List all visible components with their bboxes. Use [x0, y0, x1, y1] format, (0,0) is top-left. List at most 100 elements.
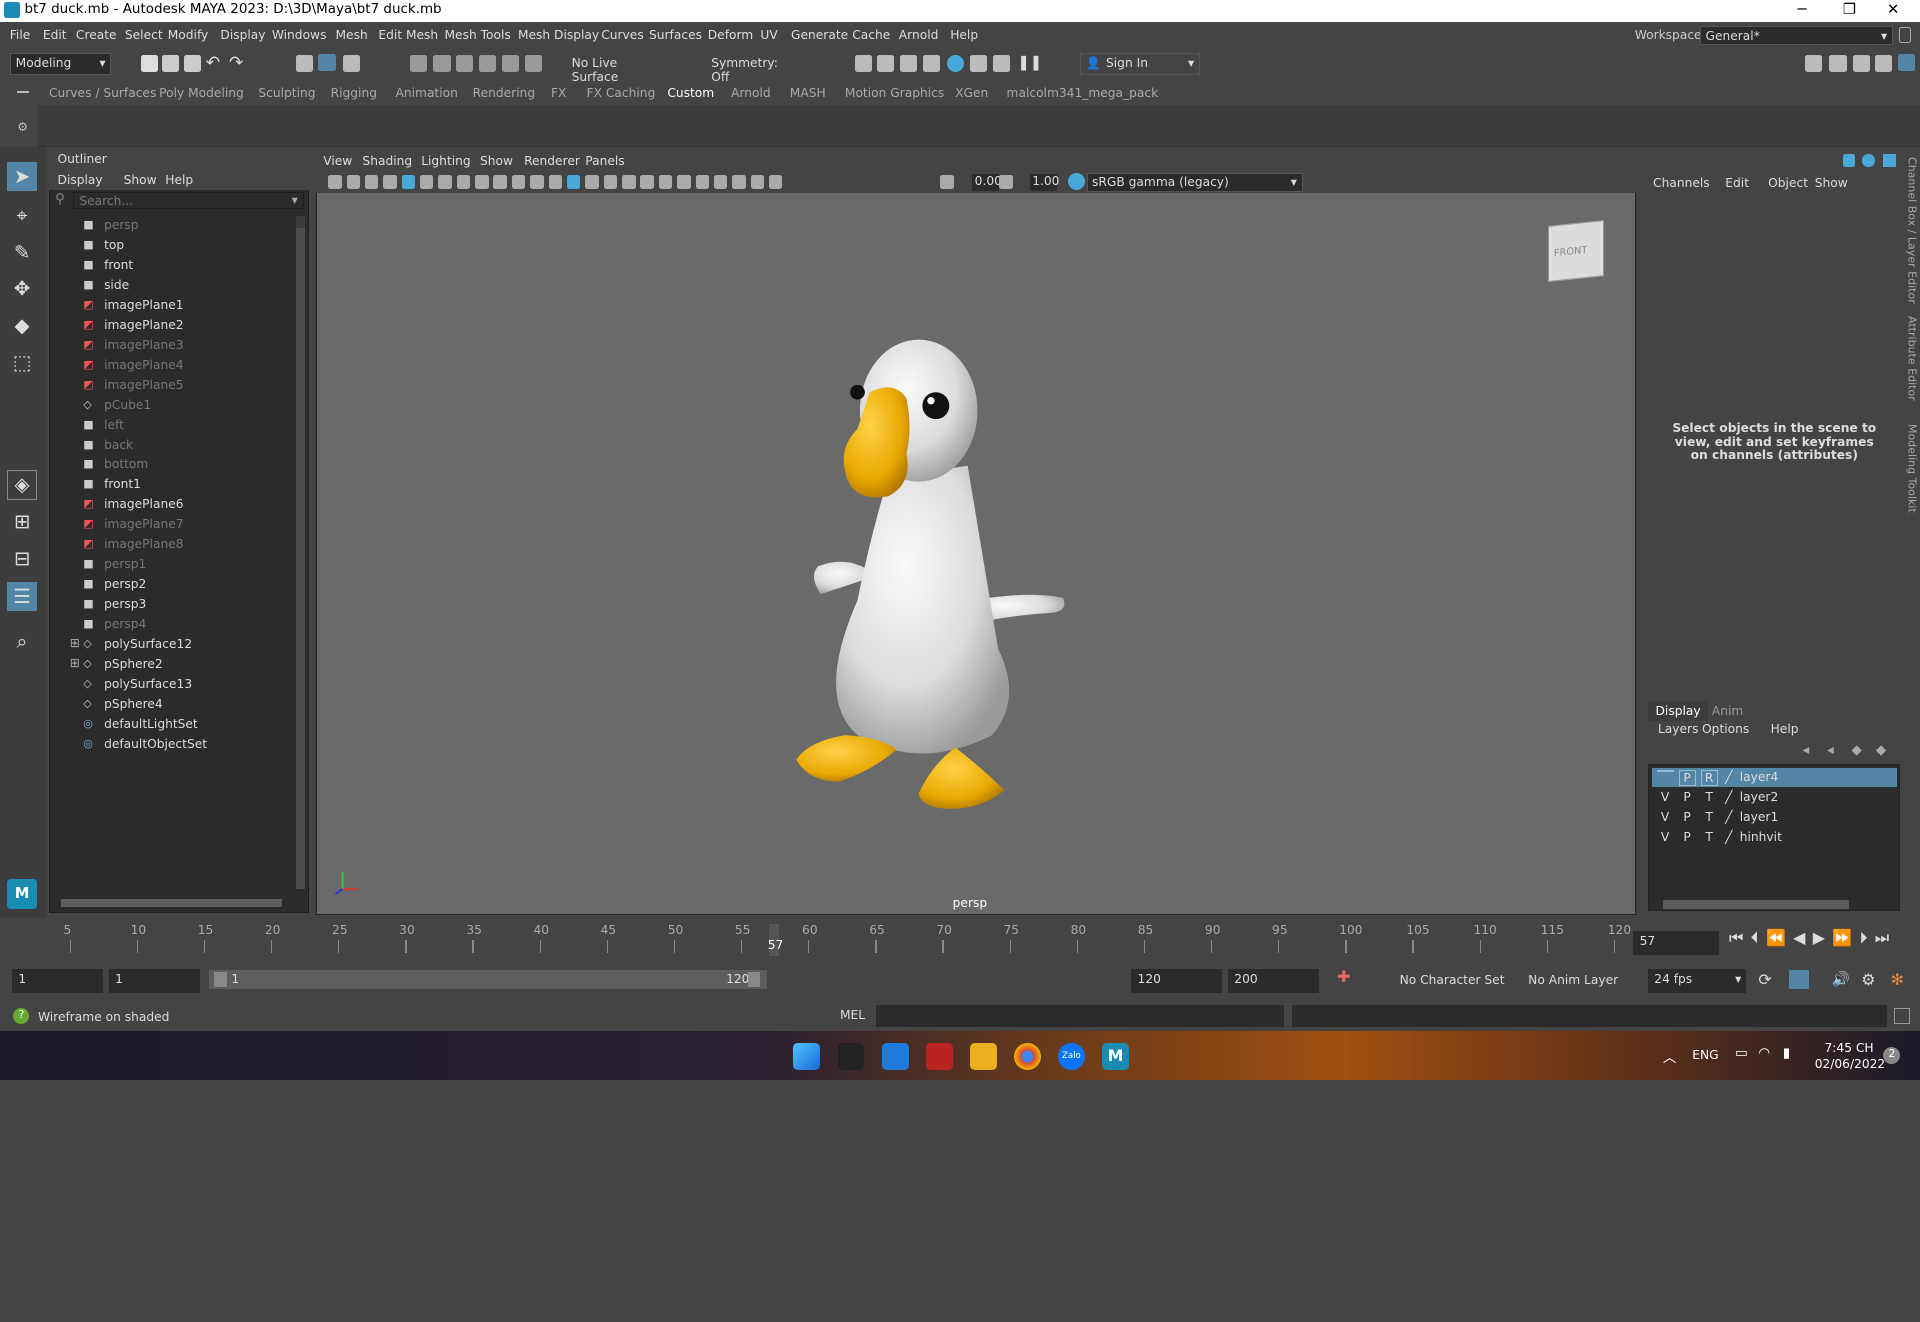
playback-end-field[interactable]: 120: [1131, 968, 1223, 994]
menu-item-edit[interactable]: Edit: [43, 28, 67, 42]
outliner-item[interactable]: ■ front1: [55, 475, 294, 495]
menu-set-dropdown[interactable]: Modeling ▾: [9, 52, 112, 75]
shelf-tab-custom[interactable]: Custom: [667, 86, 714, 100]
shelf-tab-motion-graphics[interactable]: Motion Graphics: [845, 86, 944, 100]
render-setup-icon[interactable]: [969, 55, 987, 73]
outliner-item[interactable]: ◩ imagePlane7: [55, 515, 294, 535]
select-tool-icon[interactable]: ➤: [7, 161, 37, 191]
step-forward-icon[interactable]: ⏵: [1859, 928, 1874, 947]
shelf-tab-xgen[interactable]: XGen: [955, 86, 988, 100]
layer-visibility-toggle[interactable]: V: [1657, 830, 1674, 844]
menu-item-cache[interactable]: Cache: [852, 28, 890, 42]
new-layer-selected-icon[interactable]: ◆: [1876, 743, 1886, 758]
step-back-icon[interactable]: ⏴: [1751, 928, 1766, 947]
menu-item-generate[interactable]: Generate: [791, 28, 848, 42]
viewport-menu-show[interactable]: Show: [480, 154, 513, 168]
outliner-item[interactable]: ◩ imagePlane4: [55, 355, 294, 375]
app-icon[interactable]: [837, 1043, 865, 1071]
outliner-item[interactable]: ■ persp2: [55, 575, 294, 595]
gamma-icon[interactable]: [999, 175, 1013, 189]
viewport-menu-view[interactable]: View: [323, 154, 352, 168]
isolate-icon[interactable]: [713, 175, 728, 189]
menu-item-help[interactable]: Help: [950, 28, 978, 42]
layer-row[interactable]: V P T ╱ layer1: [1652, 807, 1897, 827]
rotate-tool-icon[interactable]: ◆: [7, 311, 36, 340]
menu-item-modify[interactable]: Modify: [168, 28, 209, 42]
menu-item-create[interactable]: Create: [76, 28, 117, 42]
side-tab[interactable]: Attribute Editor: [1905, 316, 1918, 401]
camera-lock-icon[interactable]: [401, 175, 416, 189]
sign-in-button[interactable]: 👤 Sign In ▾: [1080, 52, 1200, 75]
outliner-item[interactable]: ■ back: [55, 435, 294, 455]
shelf-tab-animation[interactable]: Animation: [396, 86, 458, 100]
viewport-menu-renderer[interactable]: Renderer: [524, 154, 580, 168]
shelf-tab-fx-caching[interactable]: FX Caching: [587, 86, 656, 100]
outliner-item[interactable]: ◎ defaultLightSet: [55, 714, 294, 734]
shelf-tab-sculpting[interactable]: Sculpting: [258, 86, 315, 100]
redo-icon[interactable]: ↷: [229, 53, 243, 73]
playback-start-field[interactable]: 1: [108, 968, 200, 994]
layer-type-toggle[interactable]: T: [1701, 830, 1718, 844]
go-to-start-icon[interactable]: ⏮: [1729, 928, 1751, 947]
command-input[interactable]: [875, 1005, 1285, 1028]
lasso-tool-icon[interactable]: ⌖: [7, 201, 36, 230]
camera-attr-icon[interactable]: [328, 175, 342, 189]
layer-playback-toggle[interactable]: P: [1678, 769, 1696, 786]
anim-layer-dropdown[interactable]: No Anim Layer: [1528, 973, 1618, 987]
film-gate-icon[interactable]: [456, 175, 471, 189]
move-layer-up-icon[interactable]: ◂: [1802, 743, 1809, 758]
layer-menu-layers[interactable]: Layers: [1658, 722, 1699, 736]
wifi-icon[interactable]: ◠: [1758, 1046, 1770, 1061]
shelf-tab-arnold[interactable]: Arnold: [731, 86, 771, 100]
motion-blur-icon[interactable]: [677, 175, 691, 189]
viewport-menu-lighting[interactable]: Lighting: [421, 154, 470, 168]
go-to-end-icon[interactable]: ⏭: [1875, 928, 1897, 947]
shelf-menu-icon[interactable]: [17, 90, 30, 94]
save-scene-icon[interactable]: [183, 55, 201, 73]
outliner-item[interactable]: ■ side: [55, 275, 294, 295]
layer-visibility-toggle[interactable]: V: [1657, 790, 1674, 804]
layer-editor-icon[interactable]: [1862, 154, 1875, 167]
prev-key-icon[interactable]: ⏪: [1766, 928, 1793, 947]
outliner-item[interactable]: ◎ defaultObjectSet: [55, 734, 294, 754]
duck-model[interactable]: [784, 331, 1078, 821]
live-surface-field[interactable]: No Live Surface: [565, 52, 664, 84]
outliner-item[interactable]: ■ bottom: [55, 455, 294, 475]
move-tool-icon[interactable]: ✥: [7, 274, 36, 303]
menu-item-select[interactable]: Select: [125, 28, 163, 42]
outliner-item[interactable]: ◇ pSphere4: [55, 695, 294, 715]
layer-tab-display[interactable]: Display: [1648, 701, 1708, 721]
viewport-menu-shading[interactable]: Shading: [362, 154, 412, 168]
expand-icon[interactable]: ⊞: [70, 656, 80, 670]
close-icon[interactable]: ✕: [1887, 1, 1899, 18]
clock-time[interactable]: 7:45 CH: [1825, 1041, 1874, 1055]
play-back-icon[interactable]: ◀: [1793, 928, 1813, 947]
symmetry-dropdown[interactable]: Symmetry: Off: [705, 52, 804, 84]
restore-icon[interactable]: ❐: [1843, 1, 1856, 18]
layer-hscroll[interactable]: [1662, 900, 1849, 909]
xray-icon[interactable]: [732, 175, 746, 189]
character-set-dropdown[interactable]: No Character Set: [1400, 973, 1505, 987]
snap-point-icon[interactable]: [455, 55, 473, 73]
zalo-icon[interactable]: Zalo: [1057, 1043, 1085, 1071]
battery-icon[interactable]: ▮: [1783, 1046, 1790, 1061]
key-icon[interactable]: ✚: [1337, 967, 1350, 986]
lights-icon[interactable]: [622, 175, 636, 189]
snipping-icon[interactable]: [925, 1043, 953, 1071]
backface-icon[interactable]: [768, 175, 783, 189]
help-icon[interactable]: ?: [13, 1007, 30, 1024]
search-icon[interactable]: ⌕: [7, 627, 36, 656]
outliner-item[interactable]: ■ top: [55, 235, 294, 255]
menu-item-file[interactable]: File: [10, 28, 30, 42]
tool-settings-icon[interactable]: [1874, 55, 1892, 73]
snap-view-icon[interactable]: [478, 55, 496, 73]
toggle-icon[interactable]: [1883, 154, 1896, 167]
channel-menu-channels[interactable]: Channels: [1653, 176, 1710, 190]
layer-menu-options[interactable]: Options: [1702, 722, 1749, 736]
filter-icon[interactable]: ⚲: [55, 192, 65, 207]
minimize-icon[interactable]: ─: [1798, 1, 1807, 18]
layer-color-icon[interactable]: ╱: [1725, 810, 1732, 824]
aa-icon[interactable]: [695, 175, 709, 189]
modeling-toolkit-icon[interactable]: [1804, 55, 1823, 73]
outliner-item[interactable]: ⊞ ◇ polySurface12: [55, 635, 294, 655]
